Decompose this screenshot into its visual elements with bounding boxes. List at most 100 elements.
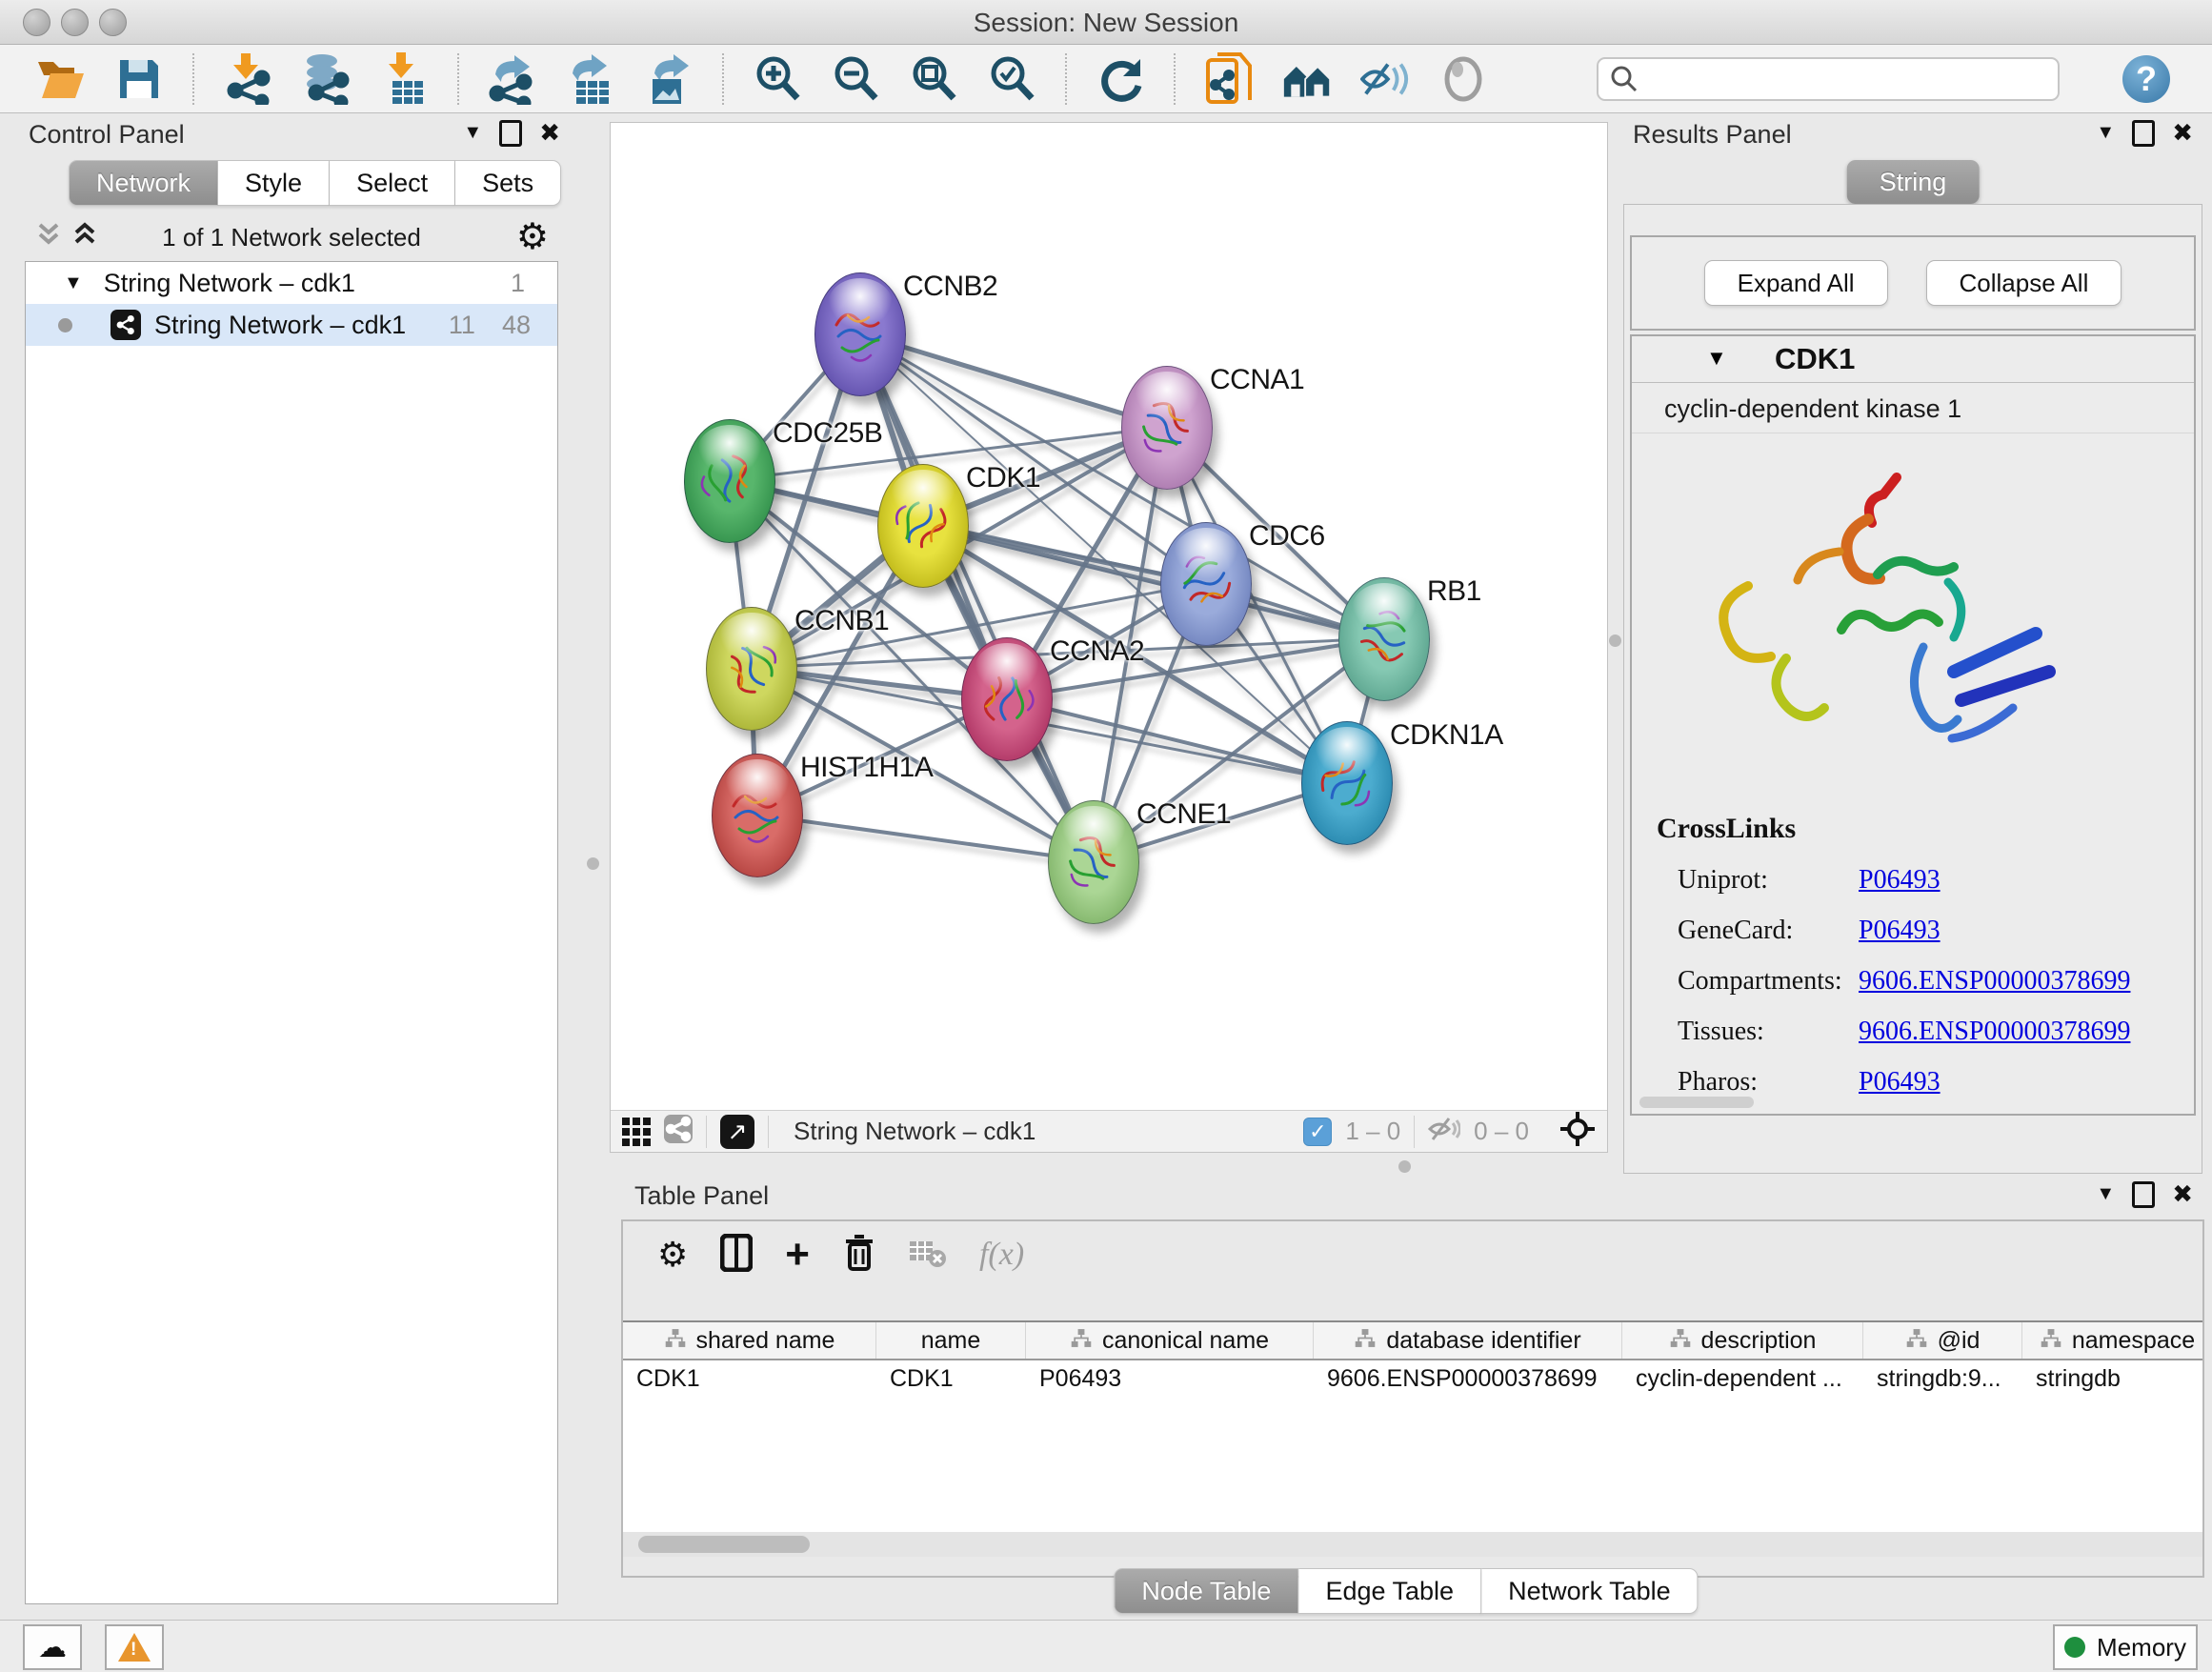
window-title: Session: New Session	[0, 8, 2212, 38]
panel-close-icon[interactable]: ✖	[539, 118, 560, 148]
table-cell: stringdb	[2022, 1360, 2202, 1397]
network-node-CCNE1[interactable]	[1048, 800, 1139, 924]
birds-eye-view-icon[interactable]	[622, 1118, 651, 1146]
network-node-RB1[interactable]	[1338, 577, 1430, 701]
column-header-name[interactable]: name	[876, 1322, 1026, 1359]
network-collection-row[interactable]: ▼ String Network – cdk1 1	[26, 262, 557, 304]
column-type-icon	[1905, 1327, 1928, 1355]
network-node-CDKN1A[interactable]	[1301, 721, 1393, 845]
import-table-icon[interactable]	[379, 54, 429, 104]
memory-button[interactable]: Memory	[2053, 1624, 2198, 1670]
crosslink-link[interactable]: P06493	[1859, 865, 1941, 896]
expand-all-button[interactable]: Expand All	[1704, 260, 1888, 306]
column-header-@id[interactable]: @id	[1863, 1322, 2022, 1359]
panel-float-icon[interactable]	[499, 120, 522, 147]
table-header-row[interactable]: shared namenamecanonical namedatabase id…	[623, 1322, 2202, 1360]
panel-float-icon[interactable]	[2132, 120, 2155, 147]
entry-collapse-icon[interactable]: ▼	[1706, 346, 1727, 371]
crosslink-link[interactable]: P06493	[1859, 1067, 1941, 1098]
network-node-CCNA2[interactable]	[961, 637, 1053, 761]
network-node-CCNB2[interactable]	[814, 272, 906, 396]
right-splitter-handle[interactable]	[1609, 635, 1621, 647]
control-panel-title: Control Panel	[29, 120, 185, 150]
zoom-out-icon[interactable]	[831, 54, 880, 104]
tab-node-table[interactable]: Node Table	[1114, 1568, 1298, 1614]
search-box[interactable]	[1597, 57, 2060, 101]
panel-close-icon[interactable]: ✖	[2172, 1179, 2193, 1209]
network-node-HIST1H1A[interactable]	[712, 754, 803, 877]
show-columns-icon[interactable]	[720, 1234, 753, 1277]
zoom-fit-icon[interactable]	[909, 54, 958, 104]
crosslink-label: Tissues:	[1657, 1017, 1859, 1047]
tab-network[interactable]: Network	[69, 160, 218, 206]
table-row[interactable]: CDK1CDK1P064939606.ENSP00000378699cyclin…	[623, 1360, 2202, 1397]
tab-edge-table[interactable]: Edge Table	[1298, 1568, 1481, 1614]
export-table-icon[interactable]	[566, 54, 615, 104]
crosslink-link[interactable]: P06493	[1859, 916, 1941, 946]
show-hide-panels-icon[interactable]	[1360, 54, 1410, 104]
panel-float-icon[interactable]	[2132, 1181, 2155, 1208]
column-header-description[interactable]: description	[1622, 1322, 1863, 1359]
tab-select[interactable]: Select	[330, 160, 455, 206]
table-horizontal-scrollbar[interactable]	[623, 1532, 2202, 1557]
import-network-database-icon[interactable]	[301, 54, 351, 104]
hidden-eye-slash-icon[interactable]	[1428, 1116, 1460, 1147]
crosslink-link[interactable]: 9606.ENSP00000378699	[1859, 1017, 2130, 1047]
results-horizontal-scrollbar[interactable]	[1639, 1097, 1754, 1108]
table-settings-gear-icon[interactable]: ⚙	[657, 1235, 688, 1275]
node-label-CDC6: CDC6	[1249, 520, 1325, 553]
add-column-icon[interactable]: +	[785, 1231, 810, 1279]
home-icon[interactable]	[1282, 54, 1332, 104]
left-splitter-handle[interactable]	[587, 857, 599, 870]
result-entry-header[interactable]: ▼ CDK1	[1632, 336, 2194, 383]
export-network-icon[interactable]	[488, 54, 537, 104]
tab-string[interactable]: String	[1847, 160, 1980, 204]
collapse-all-button[interactable]: Collapse All	[1926, 260, 2122, 306]
warnings-button[interactable]: !	[105, 1624, 164, 1670]
column-header-shared-name[interactable]: shared name	[623, 1322, 876, 1359]
column-header-namespace[interactable]: namespace	[2022, 1322, 2202, 1359]
tab-sets[interactable]: Sets	[455, 160, 561, 206]
network-row[interactable]: String Network – cdk1 11 48	[26, 304, 557, 346]
node-label-CDC25B: CDC25B	[773, 417, 882, 450]
panel-collapse-icon[interactable]: ▼	[2096, 122, 2115, 144]
collection-expand-icon[interactable]: ▼	[64, 272, 83, 294]
node-label-HIST1H1A: HIST1H1A	[800, 752, 933, 784]
pan-target-icon[interactable]	[1559, 1111, 1596, 1152]
network-node-CDC6[interactable]	[1160, 522, 1252, 646]
network-share-icon[interactable]	[664, 1115, 693, 1148]
table-cell: P06493	[1026, 1360, 1314, 1397]
scrollbar-thumb[interactable]	[638, 1536, 810, 1553]
open-in-window-icon[interactable]: ↗	[720, 1115, 754, 1149]
panel-close-icon[interactable]: ✖	[2172, 118, 2193, 148]
search-input[interactable]	[1639, 63, 2058, 94]
column-header-canonical-name[interactable]: canonical name	[1026, 1322, 1314, 1359]
panel-collapse-icon[interactable]: ▼	[463, 122, 482, 144]
export-image-icon[interactable]	[644, 54, 694, 104]
network-node-CDC25B[interactable]	[684, 419, 775, 543]
selected-nodes-checkbox-icon[interactable]: ✓	[1303, 1118, 1332, 1146]
network-node-CCNA1[interactable]	[1121, 366, 1213, 490]
apply-layout-icon[interactable]	[1096, 54, 1145, 104]
panel-collapse-icon[interactable]: ▼	[2096, 1183, 2115, 1205]
zoom-selected-icon[interactable]	[987, 54, 1036, 104]
import-network-file-icon[interactable]	[223, 54, 272, 104]
delete-column-trash-icon[interactable]	[842, 1233, 876, 1278]
network-canvas[interactable]: CCNB2CCNA1CDC25BCDK1CDC6RB1CCNB1CCNA2CDK…	[611, 123, 1607, 1110]
tab-network-table[interactable]: Network Table	[1481, 1568, 1699, 1614]
network-node-CCNB1[interactable]	[706, 607, 797, 731]
open-session-icon[interactable]	[36, 54, 86, 104]
network-view-title: String Network – cdk1	[794, 1117, 1290, 1146]
network-node-CDK1[interactable]	[877, 464, 969, 588]
tab-style[interactable]: Style	[218, 160, 330, 206]
crosslink-link[interactable]: 9606.ENSP00000378699	[1859, 966, 2130, 997]
column-header-database-identifier[interactable]: database identifier	[1314, 1322, 1622, 1359]
horizontal-splitter-handle[interactable]	[1398, 1160, 1411, 1173]
cloud-button[interactable]: ☁	[23, 1624, 82, 1670]
first-neighbors-icon[interactable]	[1204, 54, 1254, 104]
network-options-gear-icon[interactable]: ⚙	[516, 215, 549, 258]
zoom-in-icon[interactable]	[753, 54, 802, 104]
save-session-icon[interactable]	[114, 54, 164, 104]
help-icon[interactable]: ?	[2122, 55, 2170, 103]
table-cell: 9606.ENSP00000378699	[1314, 1360, 1622, 1397]
